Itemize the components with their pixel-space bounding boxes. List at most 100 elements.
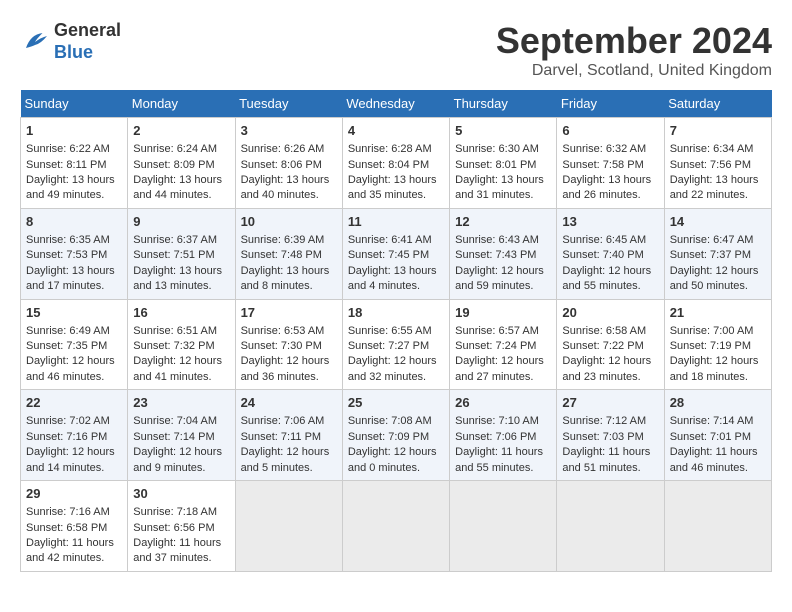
table-row: 28 Sunrise: 7:14 AM Sunset: 7:01 PM Dayl…	[664, 390, 771, 481]
daylight-text: Daylight: 13 hours and 17 minutes.	[26, 265, 115, 292]
daylight-text: Daylight: 12 hours and 27 minutes.	[455, 355, 544, 382]
daylight-text: Daylight: 13 hours and 40 minutes.	[241, 174, 330, 201]
table-row: 29 Sunrise: 7:16 AM Sunset: 6:58 PM Dayl…	[21, 481, 128, 572]
daylight-text: Daylight: 11 hours and 37 minutes.	[133, 537, 221, 564]
calendar-week-row: 22 Sunrise: 7:02 AM Sunset: 7:16 PM Dayl…	[21, 390, 772, 481]
sunset-text: Sunset: 7:11 PM	[241, 431, 322, 443]
daylight-text: Daylight: 12 hours and 59 minutes.	[455, 265, 544, 292]
table-row: 16 Sunrise: 6:51 AM Sunset: 7:32 PM Dayl…	[128, 299, 235, 390]
header-sunday: Sunday	[21, 90, 128, 118]
sunrise-text: Sunrise: 6:51 AM	[133, 325, 217, 337]
sunrise-text: Sunrise: 6:37 AM	[133, 234, 217, 246]
daylight-text: Daylight: 13 hours and 49 minutes.	[26, 174, 115, 201]
sunrise-text: Sunrise: 6:49 AM	[26, 325, 110, 337]
sunset-text: Sunset: 7:58 PM	[562, 159, 643, 171]
daylight-text: Daylight: 12 hours and 0 minutes.	[348, 446, 437, 473]
daylight-text: Daylight: 13 hours and 44 minutes.	[133, 174, 222, 201]
table-row: 15 Sunrise: 6:49 AM Sunset: 7:35 PM Dayl…	[21, 299, 128, 390]
table-row: 21 Sunrise: 7:00 AM Sunset: 7:19 PM Dayl…	[664, 299, 771, 390]
day-number: 27	[562, 394, 658, 412]
table-row: 10 Sunrise: 6:39 AM Sunset: 7:48 PM Dayl…	[235, 208, 342, 299]
table-row: 22 Sunrise: 7:02 AM Sunset: 7:16 PM Dayl…	[21, 390, 128, 481]
sunrise-text: Sunrise: 6:24 AM	[133, 143, 217, 155]
day-number: 11	[348, 213, 444, 231]
month-year: September 2024	[496, 20, 772, 62]
day-number: 24	[241, 394, 337, 412]
sunset-text: Sunset: 7:37 PM	[670, 249, 751, 261]
day-number: 29	[26, 485, 122, 503]
day-number: 3	[241, 122, 337, 140]
table-row: 12 Sunrise: 6:43 AM Sunset: 7:43 PM Dayl…	[450, 208, 557, 299]
daylight-text: Daylight: 13 hours and 8 minutes.	[241, 265, 330, 292]
day-number: 18	[348, 304, 444, 322]
day-number: 4	[348, 122, 444, 140]
table-row: 5 Sunrise: 6:30 AM Sunset: 8:01 PM Dayli…	[450, 118, 557, 209]
sunrise-text: Sunrise: 6:53 AM	[241, 325, 325, 337]
table-row: 23 Sunrise: 7:04 AM Sunset: 7:14 PM Dayl…	[128, 390, 235, 481]
logo: General Blue	[20, 20, 121, 63]
title-block: September 2024 Darvel, Scotland, United …	[496, 20, 772, 80]
daylight-text: Daylight: 12 hours and 55 minutes.	[562, 265, 651, 292]
sunrise-text: Sunrise: 6:22 AM	[26, 143, 110, 155]
daylight-text: Daylight: 12 hours and 18 minutes.	[670, 355, 759, 382]
sunset-text: Sunset: 7:14 PM	[133, 431, 214, 443]
daylight-text: Daylight: 12 hours and 32 minutes.	[348, 355, 437, 382]
sunset-text: Sunset: 7:53 PM	[26, 249, 107, 261]
daylight-text: Daylight: 13 hours and 13 minutes.	[133, 265, 222, 292]
day-number: 20	[562, 304, 658, 322]
sunrise-text: Sunrise: 7:02 AM	[26, 415, 110, 427]
daylight-text: Daylight: 13 hours and 4 minutes.	[348, 265, 437, 292]
sunset-text: Sunset: 7:56 PM	[670, 159, 751, 171]
header-thursday: Thursday	[450, 90, 557, 118]
daylight-text: Daylight: 12 hours and 14 minutes.	[26, 446, 115, 473]
sunset-text: Sunset: 7:35 PM	[26, 340, 107, 352]
day-number: 10	[241, 213, 337, 231]
sunset-text: Sunset: 8:11 PM	[26, 159, 107, 171]
sunset-text: Sunset: 7:40 PM	[562, 249, 643, 261]
sunrise-text: Sunrise: 7:00 AM	[670, 325, 754, 337]
day-number: 30	[133, 485, 229, 503]
header-wednesday: Wednesday	[342, 90, 449, 118]
table-row: 8 Sunrise: 6:35 AM Sunset: 7:53 PM Dayli…	[21, 208, 128, 299]
day-number: 9	[133, 213, 229, 231]
logo-bird-icon	[20, 27, 50, 57]
daylight-text: Daylight: 12 hours and 50 minutes.	[670, 265, 759, 292]
table-row: 11 Sunrise: 6:41 AM Sunset: 7:45 PM Dayl…	[342, 208, 449, 299]
header-friday: Friday	[557, 90, 664, 118]
day-number: 23	[133, 394, 229, 412]
calendar-week-row: 29 Sunrise: 7:16 AM Sunset: 6:58 PM Dayl…	[21, 481, 772, 572]
sunset-text: Sunset: 7:22 PM	[562, 340, 643, 352]
header-monday: Monday	[128, 90, 235, 118]
sunset-text: Sunset: 7:19 PM	[670, 340, 751, 352]
daylight-text: Daylight: 12 hours and 5 minutes.	[241, 446, 330, 473]
sunset-text: Sunset: 7:51 PM	[133, 249, 214, 261]
table-row: 24 Sunrise: 7:06 AM Sunset: 7:11 PM Dayl…	[235, 390, 342, 481]
sunrise-text: Sunrise: 6:57 AM	[455, 325, 539, 337]
day-number: 8	[26, 213, 122, 231]
daylight-text: Daylight: 13 hours and 31 minutes.	[455, 174, 544, 201]
table-row: 30 Sunrise: 7:18 AM Sunset: 6:56 PM Dayl…	[128, 481, 235, 572]
table-row: 9 Sunrise: 6:37 AM Sunset: 7:51 PM Dayli…	[128, 208, 235, 299]
calendar-week-row: 8 Sunrise: 6:35 AM Sunset: 7:53 PM Dayli…	[21, 208, 772, 299]
sunrise-text: Sunrise: 7:04 AM	[133, 415, 217, 427]
sunrise-text: Sunrise: 6:30 AM	[455, 143, 539, 155]
calendar-table: Sunday Monday Tuesday Wednesday Thursday…	[20, 90, 772, 572]
daylight-text: Daylight: 11 hours and 42 minutes.	[26, 537, 114, 564]
sunset-text: Sunset: 8:04 PM	[348, 159, 429, 171]
header: General Blue September 2024 Darvel, Scot…	[20, 20, 772, 80]
sunset-text: Sunset: 7:48 PM	[241, 249, 322, 261]
table-row: 13 Sunrise: 6:45 AM Sunset: 7:40 PM Dayl…	[557, 208, 664, 299]
table-row	[450, 481, 557, 572]
sunset-text: Sunset: 8:06 PM	[241, 159, 322, 171]
sunset-text: Sunset: 8:09 PM	[133, 159, 214, 171]
logo-text: General Blue	[54, 20, 121, 63]
table-row	[235, 481, 342, 572]
header-saturday: Saturday	[664, 90, 771, 118]
table-row: 7 Sunrise: 6:34 AM Sunset: 7:56 PM Dayli…	[664, 118, 771, 209]
sunset-text: Sunset: 7:24 PM	[455, 340, 536, 352]
table-row	[557, 481, 664, 572]
sunrise-text: Sunrise: 6:47 AM	[670, 234, 754, 246]
day-number: 13	[562, 213, 658, 231]
sunrise-text: Sunrise: 7:18 AM	[133, 506, 217, 518]
daylight-text: Daylight: 11 hours and 46 minutes.	[670, 446, 758, 473]
